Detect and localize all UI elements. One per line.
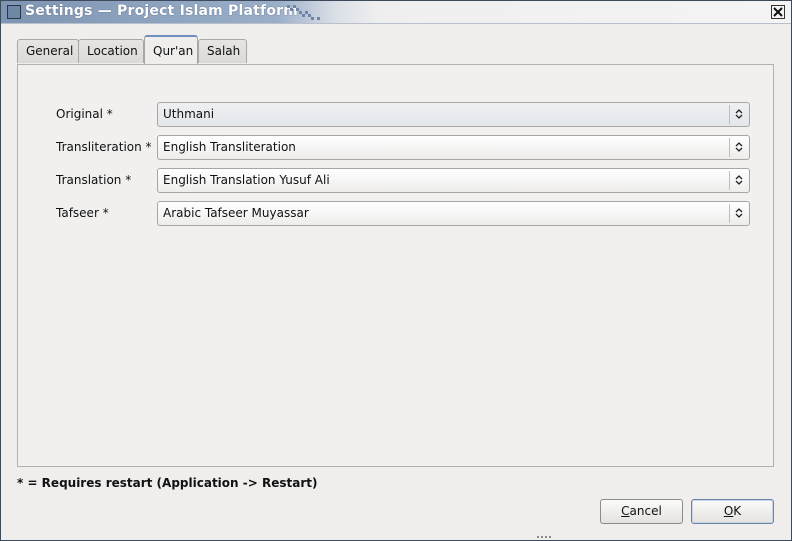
window-icon[interactable]: [7, 5, 21, 19]
original-value: Uthmani: [163, 107, 215, 121]
updown-arrows-icon: [735, 208, 743, 218]
restart-note: * = Requires restart (Application -> Res…: [17, 476, 318, 490]
translation-value: English Translation Yusuf Ali: [163, 173, 330, 187]
transliteration-value: English Transliteration: [163, 140, 296, 154]
quran-settings-panel: Original * Uthmani Transliteration * Eng…: [17, 64, 774, 467]
translation-label: Translation *: [56, 173, 132, 187]
tab-location[interactable]: Location: [78, 39, 144, 63]
updown-arrows-icon: [735, 175, 743, 185]
ok-button[interactable]: OK: [691, 499, 774, 524]
tab-label: Location: [87, 44, 138, 58]
tafseer-label: Tafseer *: [56, 206, 109, 220]
tab-salah[interactable]: Salah: [198, 39, 247, 63]
cancel-button[interactable]: Cancel: [600, 499, 683, 524]
original-select[interactable]: Uthmani: [157, 102, 750, 127]
translation-select[interactable]: English Translation Yusuf Ali: [157, 168, 750, 193]
ok-label: K: [733, 504, 742, 518]
cancel-mnemonic: C: [621, 504, 630, 518]
window-title: Settings — Project Islam Platform: [25, 3, 299, 19]
close-icon: [773, 7, 783, 17]
tab-label: Qur'an: [153, 44, 194, 58]
tab-label: General: [26, 44, 74, 58]
tab-label: Salah: [207, 44, 241, 58]
tab-quran[interactable]: Qur'an: [144, 35, 198, 65]
tafseer-value: Arabic Tafseer Muyassar: [163, 206, 309, 220]
transliteration-dropdown-button[interactable]: [729, 138, 749, 157]
translation-dropdown-button[interactable]: [729, 171, 749, 190]
resize-grip-icon[interactable]: [537, 536, 555, 540]
updown-arrows-icon: [735, 142, 743, 152]
ok-mnemonic: O: [723, 504, 734, 518]
settings-dialog: Settings — Project Islam Platform Genera…: [0, 0, 792, 541]
tafseer-dropdown-button[interactable]: [729, 204, 749, 223]
tafseer-select[interactable]: Arabic Tafseer Muyassar: [157, 201, 750, 226]
original-dropdown-button[interactable]: [729, 105, 749, 124]
transliteration-label: Transliteration *: [56, 140, 152, 154]
updown-arrows-icon: [735, 109, 743, 119]
tab-general[interactable]: General: [17, 39, 79, 63]
cancel-label: ancel: [629, 504, 662, 518]
titlebar-pattern-icon: [287, 5, 320, 20]
transliteration-select[interactable]: English Transliteration: [157, 135, 750, 160]
close-button[interactable]: [771, 5, 785, 19]
original-label: Original *: [56, 107, 113, 121]
title-bar[interactable]: Settings — Project Islam Platform: [1, 1, 791, 24]
